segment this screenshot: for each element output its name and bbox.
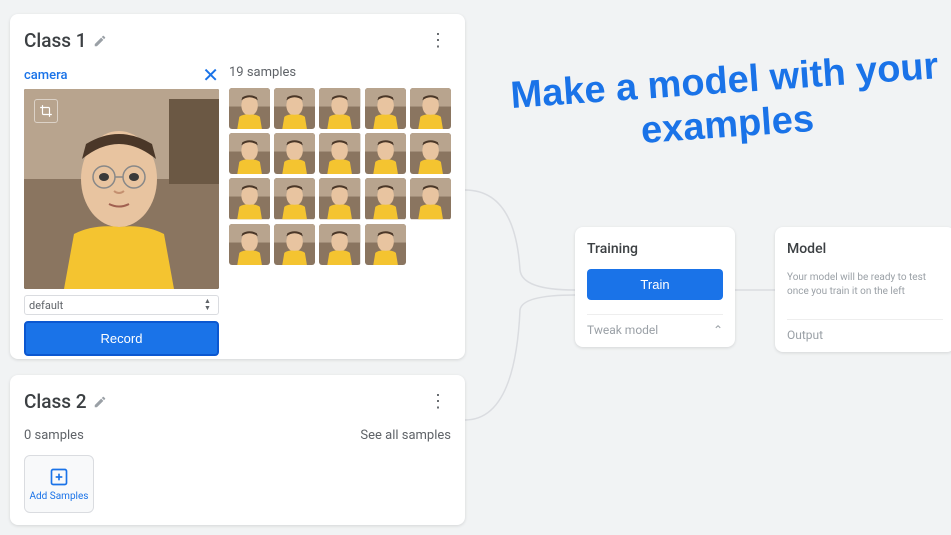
camera-source-value: default (29, 299, 63, 312)
add-samples-label: Add Samples (30, 491, 89, 502)
class2-title: Class 2 (24, 390, 87, 413)
class1-samples-count: 19 samples (229, 65, 451, 80)
sample-thumbnail[interactable] (365, 88, 406, 129)
pencil-icon (93, 395, 107, 409)
class1-title: Class 1 (24, 29, 87, 52)
plus-box-icon (49, 467, 69, 487)
tweak-model-label: Tweak model (587, 323, 658, 337)
more-menu-icon[interactable]: ⋮ (425, 26, 451, 55)
sample-thumbnail[interactable] (365, 224, 406, 265)
class2-card: Class 2 ⋮ 0 samples See all samples Add … (10, 375, 465, 525)
sample-thumbnail[interactable] (319, 133, 360, 174)
class2-title-row[interactable]: Class 2 (24, 390, 107, 413)
class1-title-row[interactable]: Class 1 (24, 29, 107, 52)
sample-thumbnail[interactable] (319, 224, 360, 265)
model-output-label: Output (787, 319, 943, 342)
sample-thumbnail[interactable] (229, 133, 270, 174)
sample-thumbnail[interactable] (410, 178, 451, 219)
sample-thumbnail[interactable] (274, 133, 315, 174)
sample-thumbnail[interactable] (319, 178, 360, 219)
see-all-samples-link[interactable]: See all samples (360, 428, 451, 443)
camera-source-select[interactable]: default ▲▼ (24, 295, 219, 315)
class2-samples-count: 0 samples (24, 428, 84, 443)
training-title: Training (587, 241, 723, 257)
class1-card: Class 1 ⋮ camera ✕ (10, 14, 465, 359)
record-button[interactable]: Record (24, 321, 219, 356)
sample-thumbnail[interactable] (229, 224, 270, 265)
camera-label: camera (24, 68, 67, 83)
sample-thumbnail[interactable] (274, 178, 315, 219)
pencil-icon (93, 34, 107, 48)
sample-thumbnail[interactable] (319, 88, 360, 129)
more-menu-icon[interactable]: ⋮ (425, 387, 451, 416)
sample-thumbnail[interactable] (229, 178, 270, 219)
headline-text: Make a model with your examples (489, 44, 951, 164)
crop-icon[interactable] (34, 99, 58, 123)
sample-thumbnail[interactable] (365, 133, 406, 174)
model-title: Model (787, 241, 943, 257)
camera-preview (24, 89, 219, 289)
sample-thumbnail[interactable] (410, 133, 451, 174)
training-card: Training Train Tweak model ⌃ (575, 227, 735, 347)
camera-panel: camera ✕ (24, 65, 219, 356)
model-card: Model Your model will be ready to test o… (775, 227, 951, 352)
train-button[interactable]: Train (587, 269, 723, 300)
chevron-up-icon: ⌃ (713, 323, 723, 337)
model-placeholder-message: Your model will be ready to test once yo… (787, 271, 943, 305)
samples-grid (229, 88, 451, 265)
samples-panel: 19 samples (229, 65, 451, 356)
add-samples-button[interactable]: Add Samples (24, 455, 94, 513)
sample-thumbnail[interactable] (410, 88, 451, 129)
stepper-icon: ▲▼ (204, 298, 214, 312)
sample-thumbnail[interactable] (274, 224, 315, 265)
sample-thumbnail[interactable] (365, 178, 406, 219)
close-icon[interactable]: ✕ (202, 65, 219, 85)
sample-thumbnail[interactable] (229, 88, 270, 129)
tweak-model-toggle[interactable]: Tweak model ⌃ (587, 314, 723, 337)
sample-thumbnail[interactable] (274, 88, 315, 129)
